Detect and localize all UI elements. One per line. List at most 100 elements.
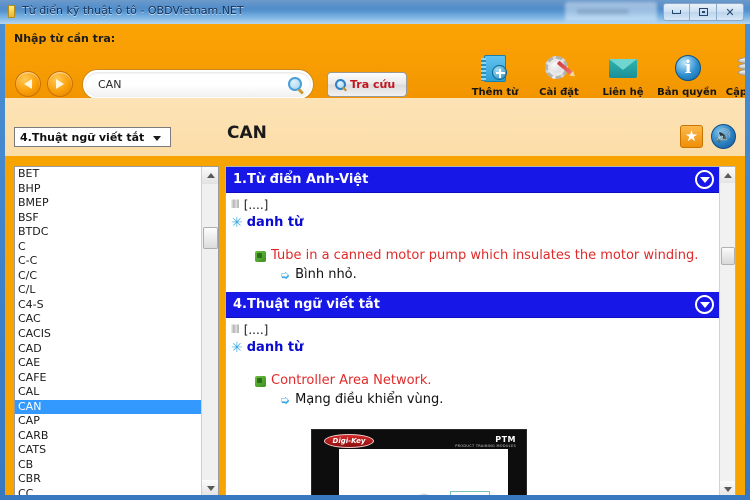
scroll-down-button[interactable] — [202, 480, 218, 495]
green-node-icon — [255, 251, 266, 262]
triangle-up-icon — [724, 172, 732, 178]
ptm-subtitle: PRODUCT TRAINING MODULES — [455, 444, 516, 449]
list-item[interactable]: CC — [15, 487, 202, 495]
list-item[interactable]: BTDC — [15, 225, 202, 240]
close-button[interactable]: ✕ — [717, 3, 744, 21]
toolbar-label: Bản quyền — [657, 87, 717, 98]
scroll-up-button[interactable] — [720, 167, 735, 183]
pronounce-button[interactable]: 🔊 — [711, 124, 736, 149]
pronunciation-row: ⦀⦀ [....] — [226, 197, 720, 213]
list-item[interactable]: CB — [15, 458, 202, 473]
asterisk-icon: ✳ — [231, 339, 243, 356]
arrow-right-blue-icon: ➭ — [280, 268, 291, 283]
client-area: Nhập từ cần tra: CAN Tra cứu Thêm từ Cài… — [5, 24, 745, 495]
scrollbar-thumb[interactable] — [721, 247, 735, 265]
toolbar-button-cap-nhat[interactable]: Cập nhật — [726, 54, 745, 98]
section-header[interactable]: 4.Thuật ngữ viết tắt — [226, 292, 720, 319]
favorite-button[interactable]: ★ — [680, 125, 703, 148]
title-bar[interactable]: Từ điển kỹ thuật ô tô - OBDVietnam.NET ✕ — [0, 0, 750, 24]
main-toolbar: Nhập từ cần tra: CAN Tra cứu Thêm từ Cài… — [5, 24, 745, 99]
digikey-logo: Digi-Key — [324, 434, 374, 449]
background-window-artifact — [565, 2, 657, 21]
section-title: 4.Thuật ngữ viết tắt — [233, 297, 380, 313]
lookup-button-label: Tra cứu — [350, 78, 396, 91]
section-header[interactable]: 1.Từ điển Anh-Việt — [226, 167, 720, 193]
list-item[interactable]: C — [15, 240, 202, 255]
chevron-down-circle-icon — [699, 302, 710, 309]
embedded-illustration: lin Digi-Key PTM PRODUCT TRAINING MODULE… — [311, 429, 527, 495]
scroll-down-button[interactable] — [720, 481, 735, 495]
arrow-left-icon — [24, 79, 32, 89]
list-item[interactable]: CATS — [15, 443, 202, 458]
triangle-down-icon — [724, 486, 732, 492]
definition-scrollbar[interactable] — [719, 167, 735, 495]
category-dropdown-value: 4.Thuật ngữ viết tắt — [20, 130, 145, 144]
toolbar-button-ban-quyen[interactable]: Bản quyền — [657, 54, 717, 98]
translation-vietnamese: Mạng điều khiển vùng. — [295, 392, 444, 408]
search-input[interactable]: CAN — [83, 70, 313, 99]
scrollbar-thumb[interactable] — [203, 227, 218, 249]
word-list[interactable]: BET BHP BMEP BSF BTDC C C-C C/C C/L C4-S CAC CACIS C… — [14, 166, 219, 495]
pronunciation-text: [....] — [243, 198, 269, 212]
maximize-icon — [698, 8, 708, 16]
toolbar-button-lien-he[interactable]: Liên hệ — [599, 54, 647, 98]
search-icon[interactable] — [288, 77, 302, 91]
forward-button[interactable] — [47, 71, 73, 97]
back-button[interactable] — [15, 71, 41, 97]
chevron-down-icon — [153, 136, 161, 141]
list-item[interactable]: CAN — [15, 399, 202, 415]
definition-panel[interactable]: 1.Từ điển Anh-Việt ⦀⦀ [....] ✳ danh từ T… — [225, 166, 736, 495]
toolbar-button-them-tu[interactable]: Thêm từ — [471, 54, 519, 98]
list-item[interactable]: C-C — [15, 254, 202, 269]
list-item[interactable]: CAC — [15, 312, 202, 327]
list-item[interactable]: BET — [15, 167, 202, 182]
category-dropdown[interactable]: 4.Thuật ngữ viết tắt — [14, 127, 171, 147]
part-of-speech-row: ✳ danh từ — [226, 338, 720, 357]
collapse-button[interactable] — [695, 295, 714, 315]
translation-row: ➭ Mạng điều khiển vùng. — [226, 392, 720, 409]
chevron-down-circle-icon — [699, 177, 710, 183]
minimize-button[interactable] — [663, 3, 690, 21]
asterisk-icon: ✳ — [231, 214, 243, 231]
pronunciation-text: [....] — [243, 323, 269, 338]
list-item[interactable]: BHP — [15, 182, 202, 197]
toolbar-icon-group: Thêm từ Cài đặt Liên hệ i Bản quyền Cập — [471, 54, 745, 98]
window-title: Từ điển kỹ thuật ô tô - OBDVietnam.NET — [22, 4, 244, 17]
search-input-value: CAN — [98, 78, 122, 91]
database-download-icon — [734, 54, 745, 84]
window-controls: ✕ — [663, 3, 744, 21]
list-item[interactable]: CAP — [15, 414, 202, 429]
lookup-button[interactable]: Tra cứu — [327, 72, 407, 97]
app-icon — [8, 5, 15, 18]
application-window: Từ điển kỹ thuật ô tô - OBDVietnam.NET ✕… — [0, 0, 750, 500]
section-body: ⦀⦀ [....] ✳ danh từ Tube in a canned mot… — [226, 193, 720, 292]
lin-logo: lin — [450, 491, 490, 495]
list-item[interactable]: CARB — [15, 429, 202, 444]
list-item[interactable]: CBR — [15, 472, 202, 487]
maximize-button[interactable] — [690, 3, 717, 21]
list-item[interactable]: BMEP — [15, 196, 202, 211]
scroll-up-button[interactable] — [202, 167, 218, 184]
list-item[interactable]: CACIS — [15, 327, 202, 342]
list-item[interactable]: C/C — [15, 269, 202, 284]
magnifier-icon — [335, 79, 346, 90]
list-item[interactable]: BSF — [15, 211, 202, 226]
list-item[interactable]: CAD — [15, 342, 202, 357]
section-body: ⦀⦀ [....] ✳ danh từ Controller Area Netw… — [226, 318, 720, 495]
page-title: CAN — [227, 123, 267, 143]
translation-vietnamese: Bình nhỏ. — [295, 267, 357, 283]
part-of-speech-text: danh từ — [246, 340, 304, 356]
definition-english: Tube in a canned motor pump which insula… — [271, 248, 699, 263]
list-item[interactable]: CAE — [15, 356, 202, 371]
star-icon: ★ — [684, 127, 699, 145]
word-list-scrollbar[interactable] — [201, 167, 218, 495]
green-node-icon — [255, 376, 266, 388]
list-item[interactable]: CAL — [15, 385, 202, 400]
collapse-button[interactable] — [695, 170, 714, 189]
list-item[interactable]: C4-S — [15, 298, 202, 313]
list-item[interactable]: C/L — [15, 283, 202, 298]
toolbar-button-cai-dat[interactable]: Cài đặt — [535, 54, 583, 98]
definition-section: 4.Thuật ngữ viết tắt ⦀⦀ [....] ✳ danh từ — [226, 292, 720, 495]
translation-row: ➭ Bình nhỏ. — [226, 267, 720, 284]
list-item[interactable]: CAFE — [15, 371, 202, 386]
